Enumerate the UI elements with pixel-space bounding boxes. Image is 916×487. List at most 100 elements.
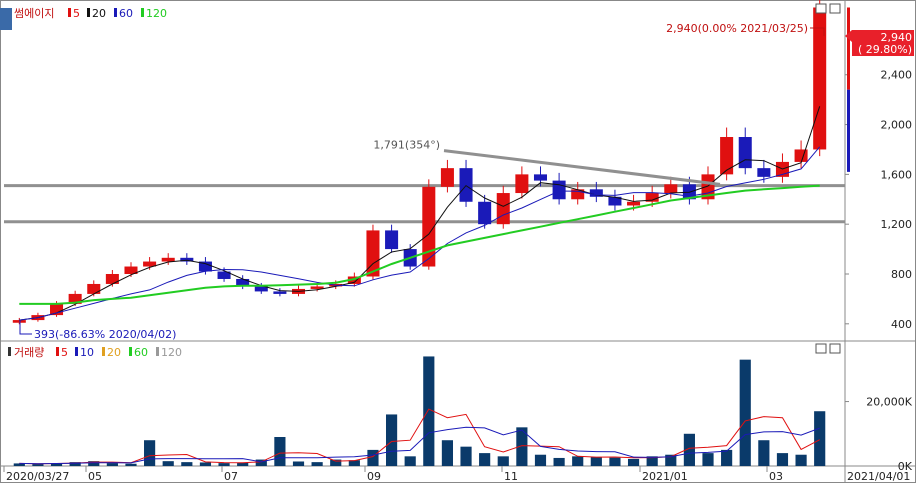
candle-body [273, 291, 287, 294]
volume-bar [460, 446, 472, 466]
price-tick-label: 2,000 [881, 119, 913, 132]
legend-ma-label: 5 [73, 7, 80, 20]
legend-ma-marker [75, 347, 78, 356]
x-axis-label: 03 [769, 470, 783, 483]
x-axis-label: 05 [88, 470, 102, 483]
range-bar-down [847, 89, 850, 172]
range-bar-up [847, 7, 850, 90]
candle-body [459, 168, 473, 202]
volume-bar [144, 440, 156, 466]
candle-body [478, 201, 492, 225]
volume-bar [162, 461, 174, 466]
candle-body [105, 273, 119, 284]
price-tag-change: ( 29.80%) [858, 43, 912, 56]
legend-ma-label: 10 [80, 346, 94, 359]
volume-bar [776, 453, 789, 466]
volume-bar [572, 456, 584, 466]
x-axis-label: 2021/01 [642, 470, 688, 483]
legend-ma-marker [141, 8, 144, 17]
volume-bar [758, 440, 770, 466]
legend-ma-label: 60 [119, 7, 133, 20]
legend-ma-marker [56, 347, 59, 356]
candle-body [385, 230, 399, 250]
price-legend-name: 썸에이지 [14, 7, 54, 20]
trendline [443, 149, 721, 186]
legend-ma-marker [87, 8, 90, 17]
volume-bar [441, 440, 454, 466]
chart-canvas: 1,791(354°) 2,940(0.00% 2021/03/25) 393(-8… [0, 0, 916, 483]
x-axis-label: 07 [224, 470, 238, 483]
volume-bar [181, 462, 193, 466]
candle-body [161, 257, 175, 262]
legend-ma-label: 120 [161, 346, 182, 359]
volume-legend-name: 거래량 [14, 346, 44, 359]
volume-ma10-line [19, 426, 820, 465]
legend-ma-label: 120 [146, 7, 167, 20]
maximize-button[interactable] [829, 343, 841, 354]
volume-bar [497, 456, 509, 466]
settings-icon[interactable] [0, 8, 12, 30]
candle-body [738, 137, 752, 169]
candle-body [515, 174, 529, 194]
legend-ma-marker [102, 347, 105, 356]
volume-bar [218, 463, 230, 466]
legend-ma-label: 5 [61, 346, 68, 359]
legend-ma-marker [129, 347, 132, 356]
volume-bar [534, 454, 547, 466]
volume-bar [292, 461, 305, 466]
x-axis-label: 2020/03/27 [6, 470, 69, 483]
candle-body [720, 137, 734, 175]
volume-bar [367, 449, 379, 466]
minimize-button[interactable] [815, 343, 827, 354]
volume-bar [199, 462, 212, 466]
outer-border [0, 0, 916, 483]
ma60-line [19, 146, 821, 321]
volume-bar [609, 457, 621, 466]
volume-ma5-line [19, 408, 820, 465]
legend-ma-marker [114, 8, 117, 17]
candle-body [552, 180, 566, 200]
price-tick-label: 1,600 [881, 168, 913, 181]
legend-ma-label: 60 [134, 346, 148, 359]
volume-bar [311, 462, 323, 466]
volume-bar [814, 411, 826, 466]
volume-bar [627, 458, 640, 466]
candle-body [627, 201, 641, 206]
candle-body [496, 193, 510, 225]
volume-bar [590, 456, 602, 466]
candle-body [664, 184, 678, 194]
candle-body [533, 174, 548, 181]
price-tick-label: 800 [891, 268, 912, 281]
volume-tick-label: 20,000K [866, 396, 912, 409]
volume-bar [553, 457, 565, 466]
candle-body [757, 168, 771, 177]
stock-chart: 1,791(354°) 2,940(0.00% 2021/03/25) 393(-8… [0, 0, 916, 483]
legend-ma-label: 20 [107, 346, 121, 359]
legend-ma-marker [68, 8, 71, 17]
minimize-button[interactable] [815, 3, 827, 14]
low-annotation: 393(-86.63% 2020/04/02) [34, 328, 176, 341]
price-tick-label: 400 [891, 318, 912, 331]
candle-body [12, 320, 26, 323]
legend-marker [8, 347, 11, 356]
volume-bar [739, 359, 751, 466]
maximize-button[interactable] [829, 3, 841, 14]
volume-bar [721, 449, 733, 466]
high-annotation: 2,940(0.00% 2021/03/25) [666, 22, 808, 35]
volume-bar [702, 453, 714, 466]
volume-bar [32, 464, 44, 466]
ma120-line [19, 184, 820, 305]
volume-bar [106, 463, 118, 466]
candle-body [440, 168, 454, 187]
volume-bar [479, 453, 491, 466]
volume-bar [385, 414, 398, 466]
legend-ma-label: 20 [92, 7, 106, 20]
x-axis-label: 11 [504, 470, 518, 483]
x-axis-label: 09 [367, 470, 381, 483]
volume-bar [795, 454, 807, 466]
legend-ma-marker [156, 347, 159, 356]
candle-body [87, 283, 101, 294]
volume-bar [125, 463, 137, 466]
volume-bar [274, 437, 286, 466]
price-tick-label: 2,400 [881, 69, 913, 82]
